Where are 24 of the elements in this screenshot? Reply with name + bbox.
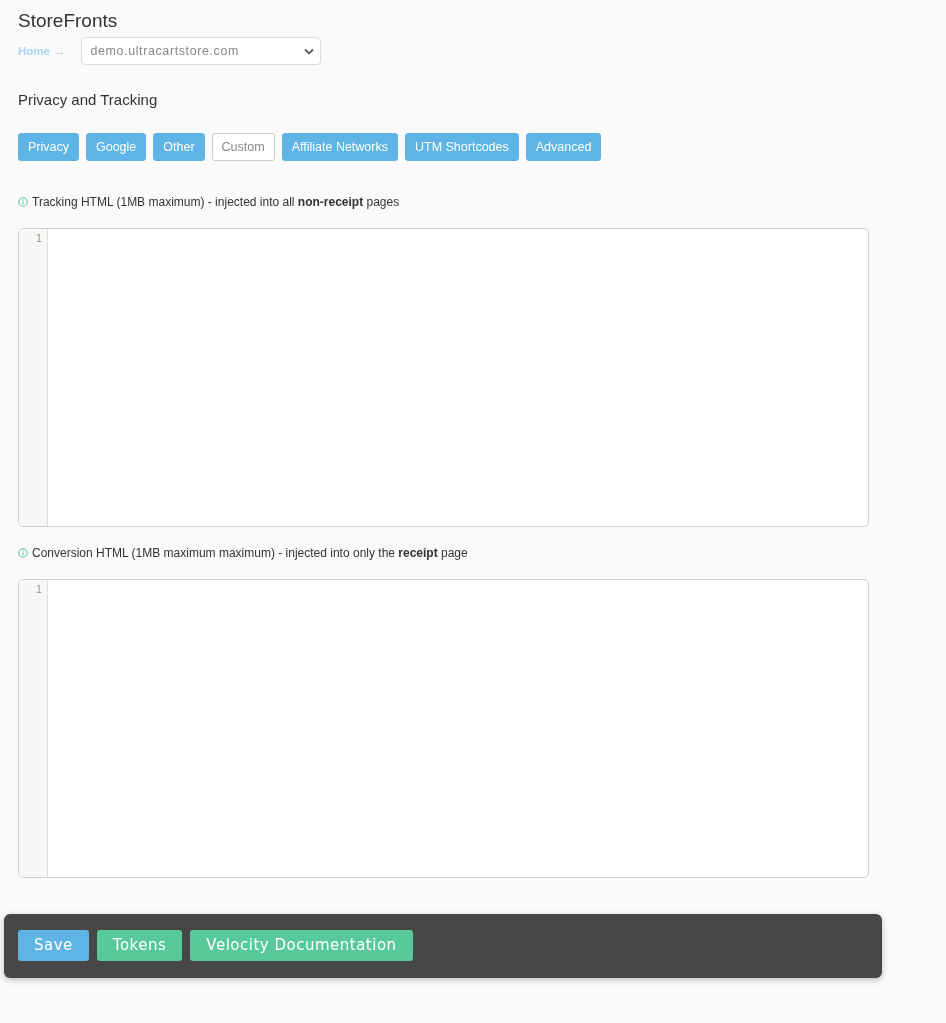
- tab[interactable]: Google: [86, 133, 147, 161]
- home-link[interactable]: Home: [18, 45, 50, 57]
- tab[interactable]: Custom: [211, 133, 275, 161]
- tab[interactable]: Affiliate Networks: [281, 133, 398, 161]
- info-icon: [18, 548, 28, 558]
- field-label: Tracking HTML (1MB maximum) - injected into all non-receipt pages: [32, 194, 400, 210]
- field-label: Conversion HTML (1MB maximum maximum) - injected into only the receipt page: [32, 545, 468, 561]
- section-title: Privacy and Tracking: [18, 91, 158, 109]
- tab[interactable]: Privacy: [18, 133, 79, 161]
- action-button[interactable]: Tokens: [96, 929, 183, 961]
- info-icon: [18, 197, 28, 207]
- page-title: StoreFronts: [18, 10, 118, 32]
- action-button[interactable]: Velocity Documentation: [190, 929, 413, 961]
- line-number: 1: [35, 232, 42, 246]
- tab[interactable]: Advanced: [525, 133, 602, 161]
- code-editor[interactable]: 1: [18, 228, 869, 527]
- store-select[interactable]: demo.ultracartstore.com: [81, 37, 322, 65]
- code-editor[interactable]: 1: [18, 579, 869, 878]
- breadcrumb-arrow: →: [53, 45, 66, 57]
- save-button[interactable]: Save: [18, 929, 89, 961]
- tab[interactable]: UTM Shortcodes: [405, 133, 519, 161]
- line-number: 1: [35, 583, 42, 597]
- chevron-down-icon: [304, 47, 315, 55]
- tab[interactable]: Other: [153, 133, 205, 161]
